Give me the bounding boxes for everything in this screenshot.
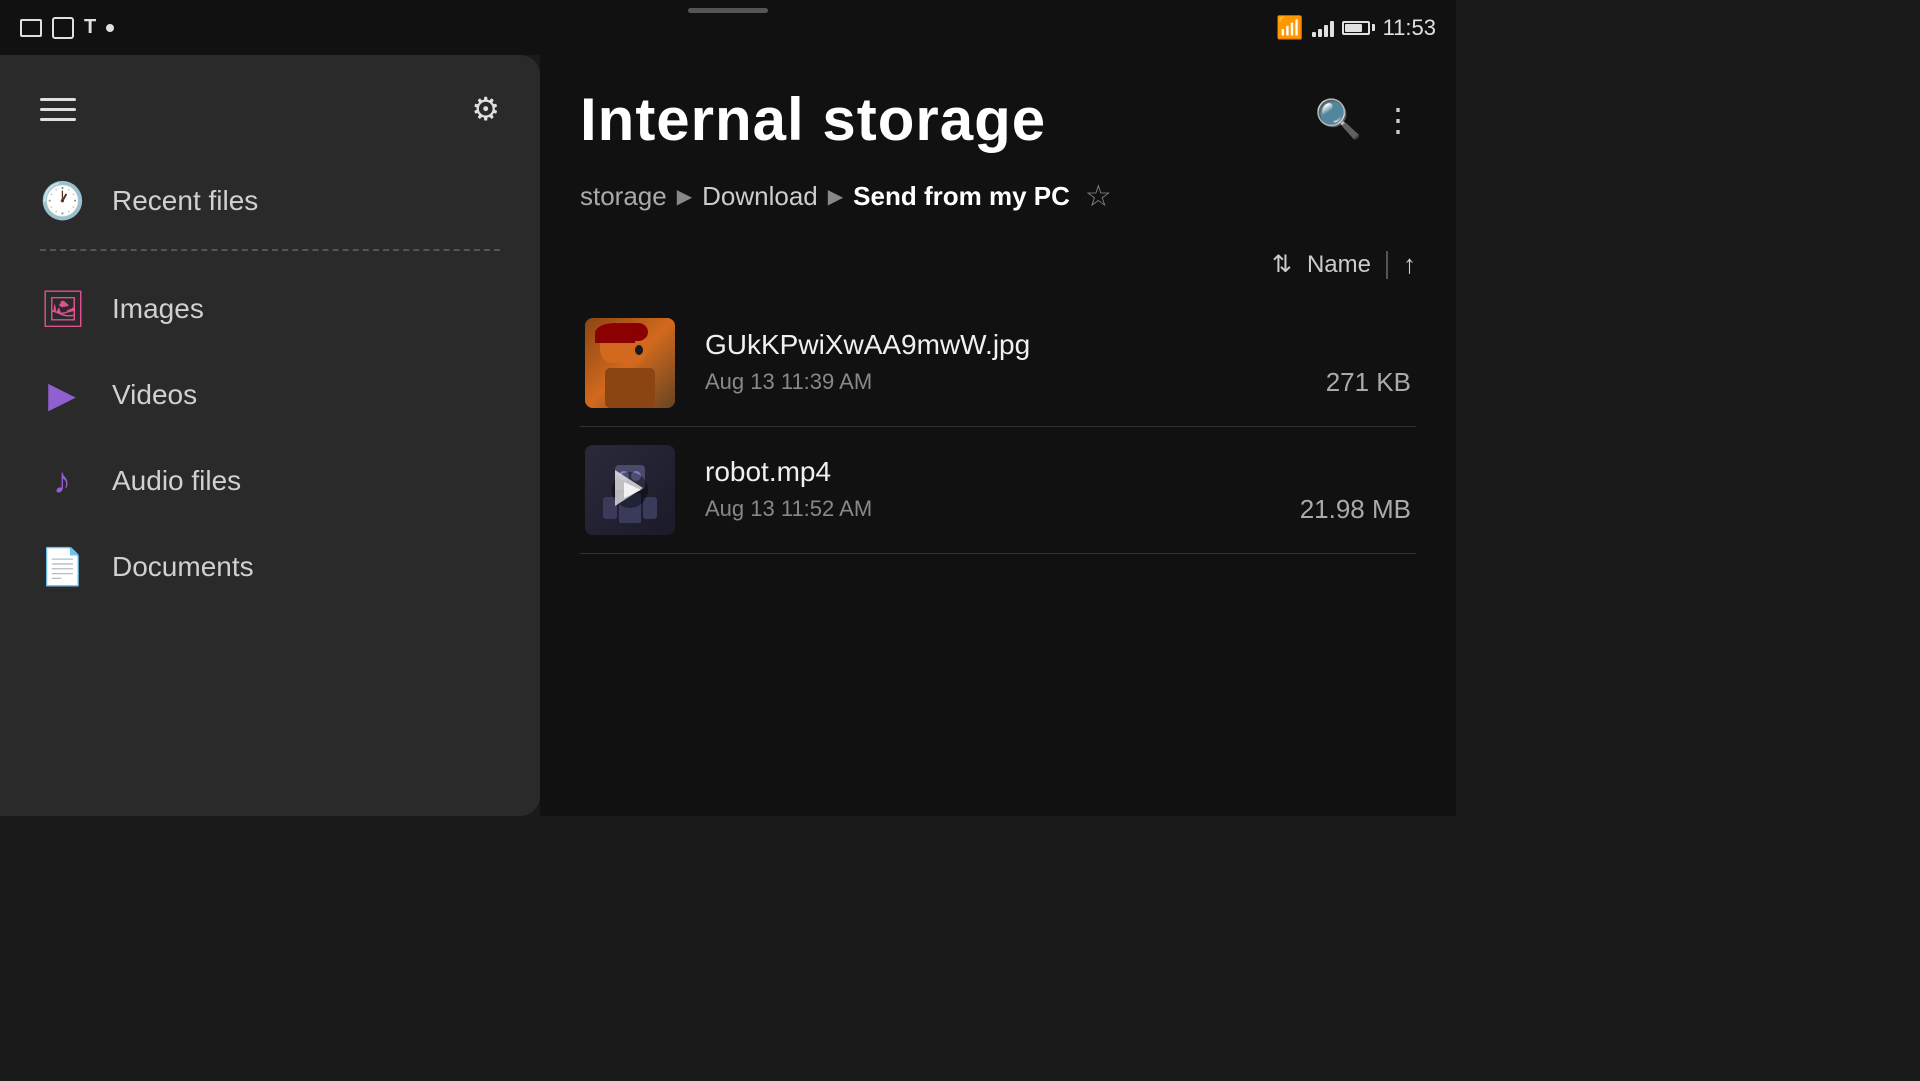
image-icon: 🖼 [40,288,84,330]
sort-divider [1386,251,1388,279]
document-icon: 📄 [40,546,84,588]
sidebar-item-label: Images [112,293,204,325]
sidebar-item-label: Audio files [112,465,241,497]
sidebar: ⚙ 🕐 Recent files 🖼 Images ▶ Videos ♪ Aud… [0,55,540,816]
file-thumbnail-jpg [585,318,675,408]
photo-icon [20,19,42,37]
battery-tip [1372,24,1375,31]
file-item[interactable]: robot.mp4 Aug 13 11:52 AM 21.98 MB [580,427,1416,554]
breadcrumb-current[interactable]: Send from my PC [853,181,1070,212]
content-header: Internal storage 🔍 ⋮ [580,75,1416,164]
sort-direction-icon[interactable]: ↑ [1403,249,1416,280]
file-list: GUkKPwiXwAA9mwW.jpg Aug 13 11:39 AM 271 … [580,300,1416,554]
file-name: GUkKPwiXwAA9mwW.jpg [705,329,1411,361]
sidebar-item-audio-files[interactable]: ♪ Audio files [0,438,540,524]
file-date: Aug 13 11:39 AM [705,369,872,395]
signal-bar-1 [1312,32,1316,37]
file-meta-row: Aug 13 11:52 AM 21.98 MB [705,494,1411,525]
jpg-thumbnail-svg [585,318,675,408]
file-item[interactable]: GUkKPwiXwAA9mwW.jpg Aug 13 11:39 AM 271 … [580,300,1416,427]
signal-bar-2 [1318,29,1322,37]
sidebar-item-label: Documents [112,551,254,583]
breadcrumb-storage[interactable]: storage [580,181,667,212]
drag-handle [688,8,768,13]
battery-body [1342,21,1370,35]
file-info: GUkKPwiXwAA9mwW.jpg Aug 13 11:39 AM 271 … [705,329,1411,398]
breadcrumb-arrow-1: ▶ [677,184,692,209]
file-name: robot.mp4 [705,456,1411,488]
status-bar: T 📶 11:53 [0,0,1456,55]
breadcrumb-download[interactable]: Download [702,181,818,212]
sidebar-item-images[interactable]: 🖼 Images [0,266,540,352]
breadcrumb: storage ▶ Download ▶ Send from my PC ☆ [580,174,1416,219]
sort-label[interactable]: Name [1307,251,1371,279]
dot-icon [106,24,114,32]
sidebar-item-recent-files[interactable]: 🕐 Recent files [0,158,540,244]
signal-bars [1312,19,1334,37]
time-display: 11:53 [1383,15,1436,41]
page-title: Internal storage [580,85,1046,154]
sidebar-divider [40,249,500,251]
search-icon[interactable]: 🔍 [1315,98,1362,142]
wifi-icon: 📶 [1276,15,1303,41]
screen-icon [52,17,74,39]
signal-bar-3 [1324,25,1328,37]
sidebar-header: ⚙ [0,75,540,158]
battery-icon [1342,21,1375,35]
sort-icon[interactable]: ⇅ [1272,250,1292,279]
more-options-icon[interactable]: ⋮ [1382,101,1416,139]
sidebar-item-documents[interactable]: 📄 Documents [0,524,540,610]
file-thumbnail-mp4 [585,445,675,535]
status-bar-left: T [20,16,114,39]
video-icon: ▶ [40,374,84,416]
sidebar-item-videos[interactable]: ▶ Videos [0,352,540,438]
settings-icon[interactable]: ⚙ [471,90,500,128]
content-area: Internal storage 🔍 ⋮ storage ▶ Download … [540,55,1456,816]
sort-bar: ⇅ Name ↑ [580,249,1416,280]
menu-icon[interactable] [40,98,76,121]
music-icon: ♪ [40,460,84,502]
star-icon[interactable]: ☆ [1085,179,1112,214]
header-actions: 🔍 ⋮ [1315,98,1416,142]
file-date: Aug 13 11:52 AM [705,496,872,522]
tesla-icon: T [84,16,96,39]
sidebar-item-label: Videos [112,379,197,411]
main-layout: ⚙ 🕐 Recent files 🖼 Images ▶ Videos ♪ Aud… [0,55,1456,816]
battery-fill [1345,24,1363,32]
status-bar-right: 📶 11:53 [1276,15,1436,41]
signal-bar-4 [1330,21,1334,37]
file-size: 21.98 MB [1300,494,1411,525]
file-info: robot.mp4 Aug 13 11:52 AM 21.98 MB [705,456,1411,525]
sidebar-item-label: Recent files [112,185,258,217]
file-size: 271 KB [1326,367,1411,398]
breadcrumb-arrow-2: ▶ [828,184,843,209]
clock-icon: 🕐 [40,180,84,222]
mp4-thumbnail-svg [585,445,675,535]
file-meta-row: Aug 13 11:39 AM 271 KB [705,367,1411,398]
